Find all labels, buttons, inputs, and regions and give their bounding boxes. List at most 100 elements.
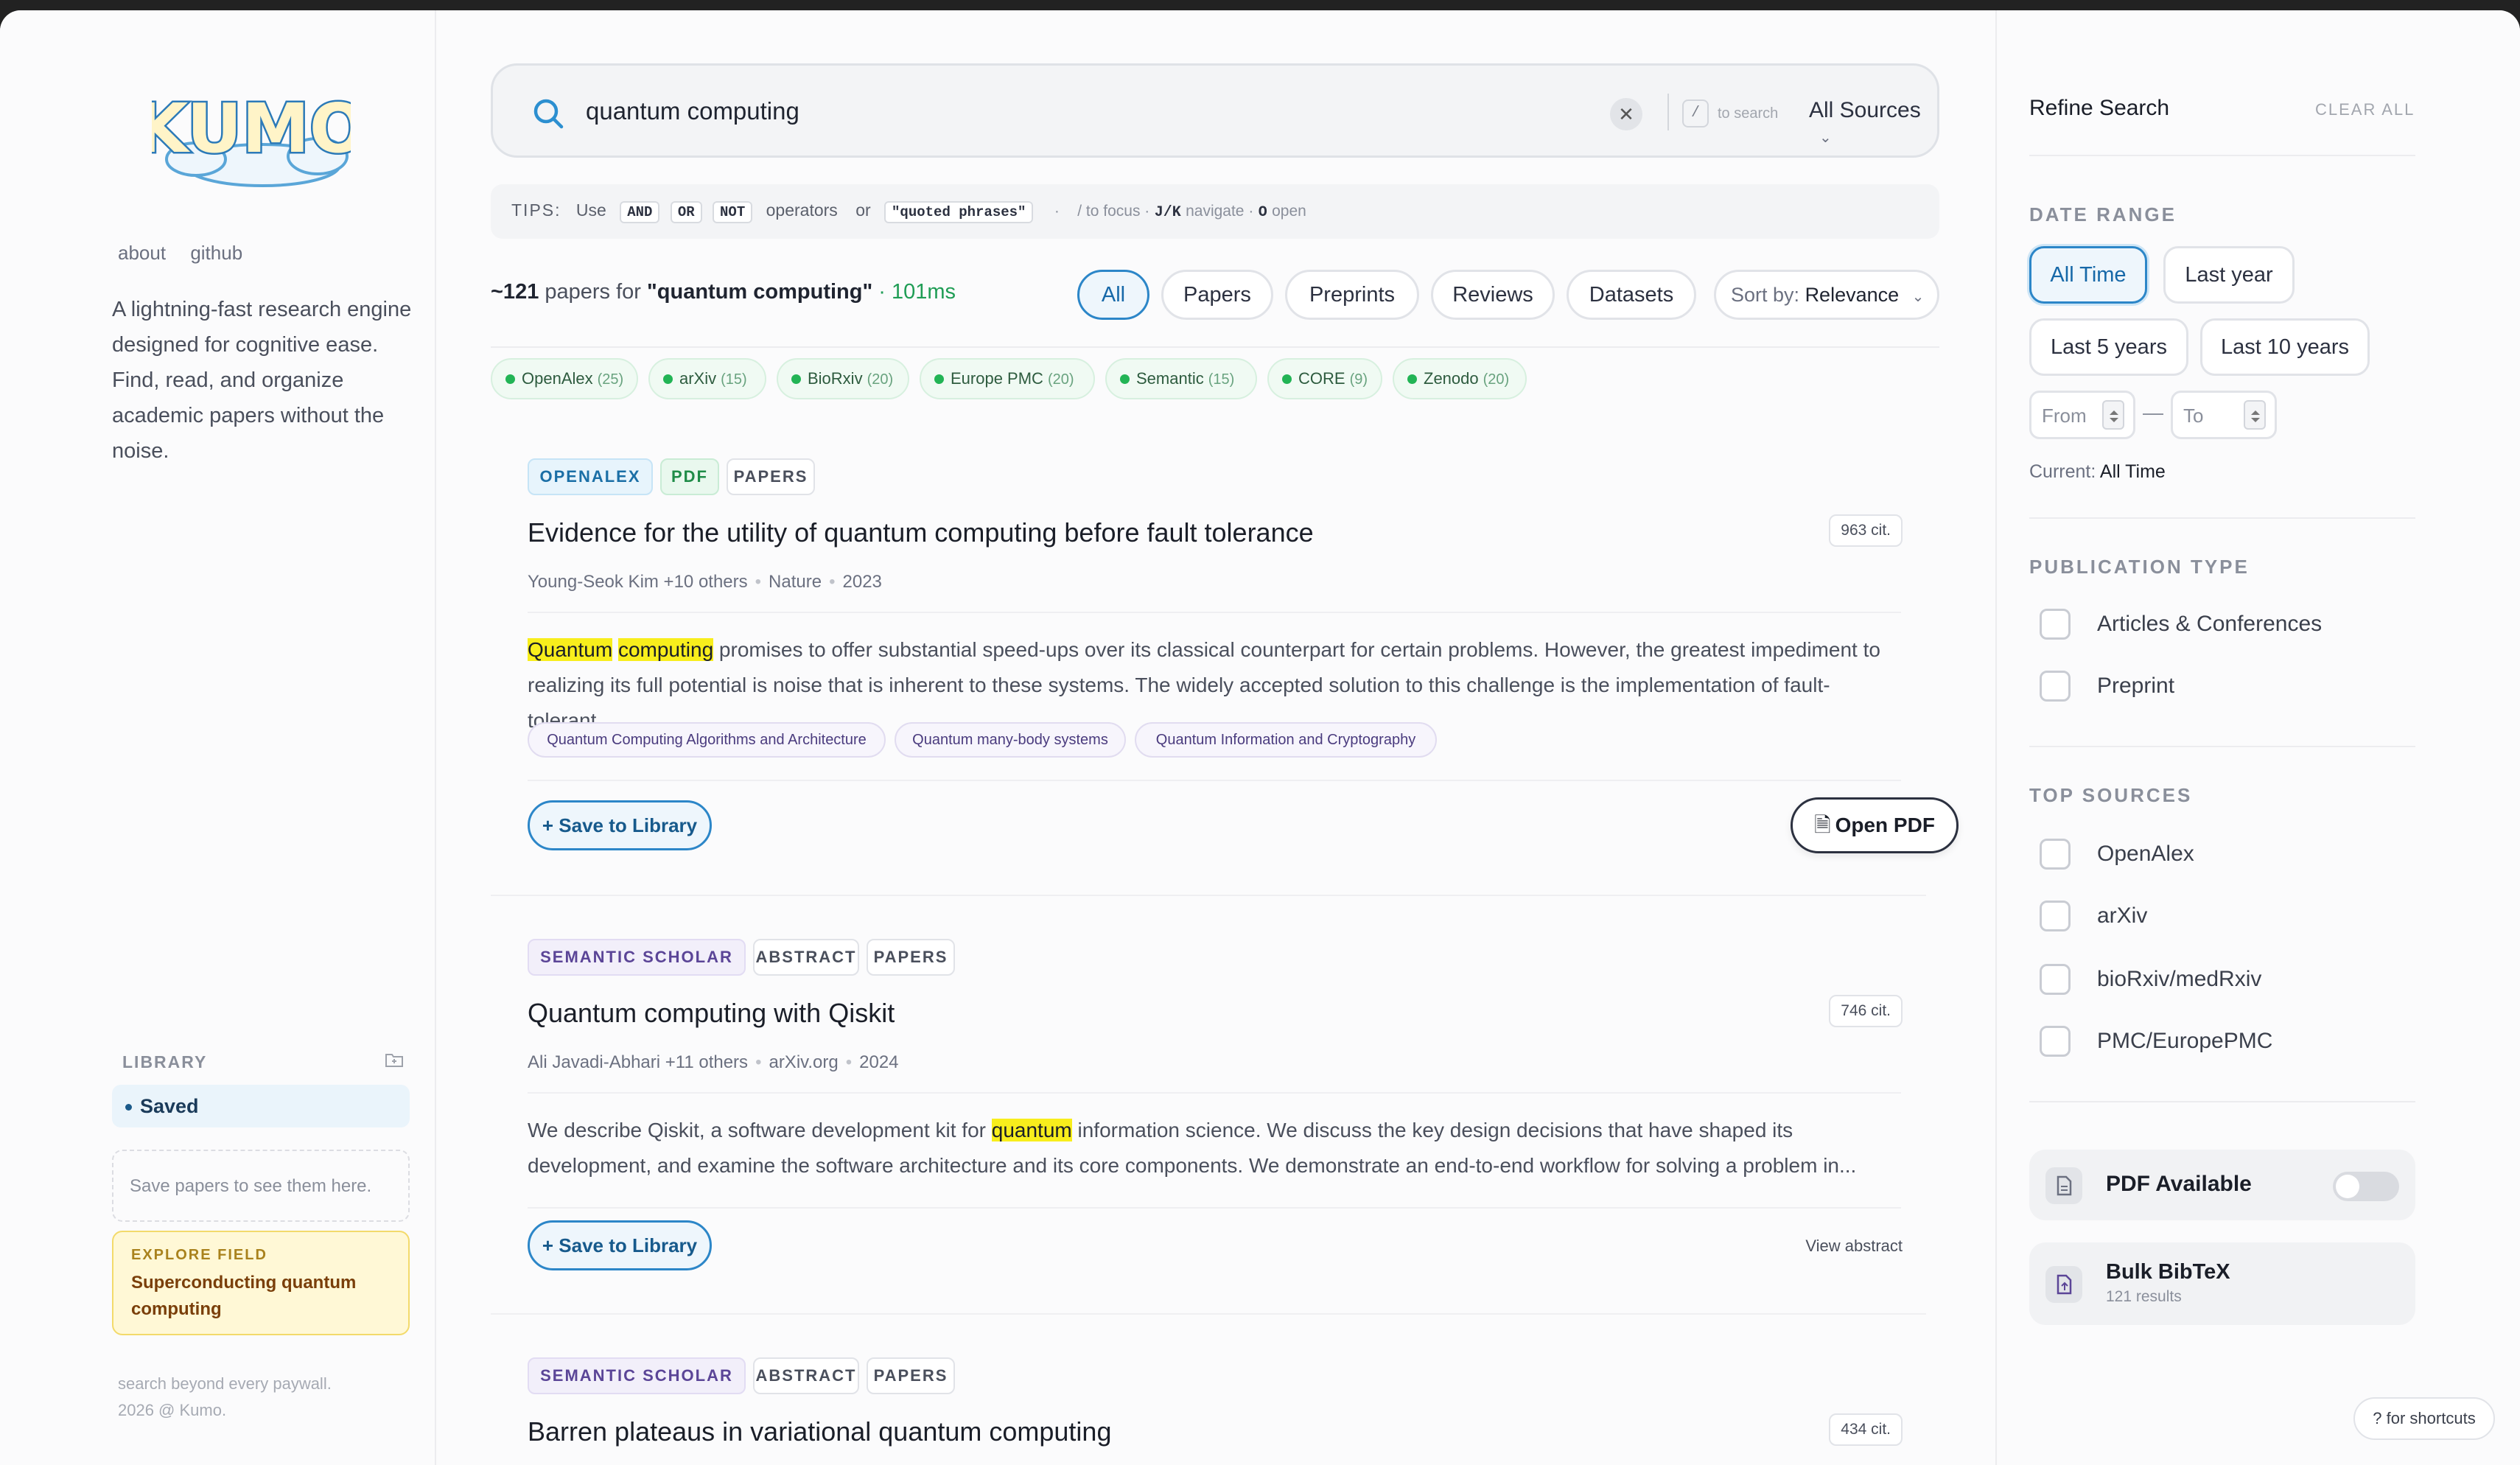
export-file-icon (2045, 1266, 2082, 1303)
topic-tag[interactable]: Quantum Computing Algorithms and Archite… (528, 722, 886, 758)
result-meta: Young-Seok Kim +10 others • Nature • 2023 (528, 572, 882, 592)
pubtype-preprint-checkbox[interactable]: Preprint (2040, 671, 2174, 702)
source-biorxiv-checkbox[interactable]: bioRxiv/medRxiv (2040, 964, 2261, 995)
github-link[interactable]: github (190, 242, 242, 264)
checkbox[interactable] (2040, 964, 2071, 995)
sources-dropdown[interactable]: All Sources ⌄ (1809, 98, 1937, 148)
date-all-time[interactable]: All Time (2029, 246, 2147, 304)
from-placeholder: From (2042, 405, 2087, 427)
view-abstract-link[interactable]: View abstract (1805, 1237, 1903, 1256)
bulk-bibtex-title: Bulk BibTeX (2106, 1260, 2230, 1284)
source-chip-europe-pmc[interactable]: Europe PMC (20) (920, 358, 1095, 399)
checkbox[interactable] (2040, 901, 2071, 931)
checkbox[interactable] (2040, 839, 2071, 870)
open-pdf-button[interactable]: 🗎 Open PDF (1791, 797, 1959, 853)
clear-all-button[interactable]: CLEAR ALL (2315, 100, 2415, 119)
quoted-phrases: "quoted phrases" (884, 201, 1034, 223)
abstract-text: promises to offer substantial speed-ups … (528, 638, 1880, 732)
checkbox[interactable] (2040, 609, 2071, 640)
stepper-icon[interactable] (2102, 400, 2124, 430)
highlight: Quantum (528, 638, 613, 661)
footer-line: search beyond every paywall. (118, 1374, 332, 1393)
checkbox-label: arXiv (2097, 903, 2148, 928)
sources-dropdown-label: All Sources (1809, 98, 1921, 122)
filter-preprints[interactable]: Preprints (1285, 270, 1419, 320)
source-chip-count: (15) (1208, 371, 1235, 388)
about-link[interactable]: about (118, 242, 166, 264)
clear-search-icon[interactable]: ✕ (1610, 98, 1642, 130)
pdf-available-toggle-row[interactable]: PDF Available (2029, 1150, 2415, 1220)
kumo-logo[interactable]: KUMO (152, 77, 351, 195)
bulk-bibtex-button[interactable]: Bulk BibTeX 121 results (2029, 1242, 2415, 1325)
source-chip-core[interactable]: CORE (9) (1267, 358, 1382, 399)
result-card[interactable]: OPENALEX PDF PAPERS Evidence for the uti… (491, 458, 1959, 896)
search-input[interactable] (586, 92, 1544, 130)
date-last-10-years[interactable]: Last 10 years (2200, 318, 2370, 376)
folder-icon[interactable] (385, 1051, 404, 1069)
source-chip-arxiv[interactable]: arXiv (15) (648, 358, 766, 399)
source-openalex-checkbox[interactable]: OpenAlex (2040, 839, 2194, 870)
date-last-year[interactable]: Last year (2163, 246, 2295, 304)
result-title[interactable]: Barren plateaus in variational quantum c… (528, 1416, 1111, 1447)
result-title[interactable]: Evidence for the utility of quantum comp… (528, 517, 1314, 548)
results-count: ~121 papers for "quantum computing" · 10… (491, 280, 956, 304)
date-last-5-years[interactable]: Last 5 years (2029, 318, 2188, 376)
source-chip-semantic[interactable]: Semantic (15) (1105, 358, 1257, 399)
search-icon (533, 99, 564, 129)
operator-not: NOT (713, 201, 753, 223)
source-chip-count: (20) (1047, 371, 1074, 388)
results-time: · 101ms (878, 280, 956, 304)
pdf-available-switch[interactable] (2333, 1172, 2399, 1201)
sort-dropdown[interactable]: Sort by: Relevance ⌄ (1714, 270, 1939, 320)
source-pmc-checkbox[interactable]: PMC/EuropePMC (2040, 1026, 2272, 1057)
results-approx: ~121 (491, 280, 539, 304)
source-chip-name: OpenAlex (522, 369, 593, 388)
bulk-bibtex-count: 121 results (2106, 1288, 2182, 1305)
source-chip-openalex[interactable]: OpenAlex (25) (491, 358, 638, 399)
explore-field-card[interactable]: EXPLORE FIELD Superconducting quantum co… (112, 1231, 410, 1335)
tagline: A lightning-fast research engine designe… (112, 298, 412, 463)
result-card[interactable]: SEMANTIC SCHOLAR ABSTRACT PAPERS Quantum… (491, 939, 1939, 1315)
results-query: "quantum computing" (647, 280, 873, 304)
citation-count: 434 cit. (1829, 1413, 1903, 1446)
current-range: Current: All Time (2029, 461, 2166, 483)
filter-all[interactable]: All (1077, 270, 1149, 320)
save-to-library-button[interactable]: + Save to Library (528, 1220, 712, 1270)
source-chip-zenodo[interactable]: Zenodo (20) (1393, 358, 1527, 399)
shortcuts-help-button[interactable]: ? for shortcuts (2353, 1397, 2495, 1440)
publication-type-heading: PUBLICATION TYPE (2029, 556, 2250, 578)
pubtype-articles-checkbox[interactable]: Articles & Conferences (2040, 609, 2322, 640)
library-saved-item[interactable]: Saved (112, 1085, 410, 1127)
filter-papers[interactable]: Papers (1161, 270, 1273, 320)
checkbox[interactable] (2040, 671, 2071, 702)
checkbox-label: Preprint (2097, 674, 2175, 698)
pdf-available-label: PDF Available (2106, 1172, 2252, 1196)
source-chip-biorxiv[interactable]: BioRxiv (20) (777, 358, 909, 399)
filter-reviews[interactable]: Reviews (1431, 270, 1555, 320)
badge-type: PAPERS (867, 939, 955, 976)
result-card[interactable]: SEMANTIC SCHOLAR ABSTRACT PAPERS Barren … (491, 1357, 1939, 1465)
source-arxiv-checkbox[interactable]: arXiv (2040, 901, 2147, 931)
divider (491, 1313, 1926, 1315)
source-chip-name: Semantic (1136, 369, 1204, 388)
checkbox[interactable] (2040, 1026, 2071, 1057)
divider (491, 895, 1926, 896)
divider (2029, 1101, 2415, 1102)
meta-dot: • (845, 1052, 853, 1072)
range-dash: — (2143, 401, 2163, 424)
citation-count: 963 cit. (1829, 514, 1903, 547)
save-to-library-button[interactable]: + Save to Library (528, 800, 712, 850)
left-links: about github (118, 242, 262, 265)
svg-text:KUMO: KUMO (152, 89, 351, 168)
topic-tag[interactable]: Quantum Information and Cryptography (1135, 722, 1437, 758)
chevron-down-icon: ⌄ (1911, 289, 1925, 305)
tips-sep: · (1054, 203, 1060, 220)
checkbox-label: bioRxiv/medRxiv (2097, 967, 2262, 991)
from-year-input[interactable]: From (2029, 391, 2135, 439)
result-authors: Ali Javadi-Abhari +11 others (528, 1052, 749, 1072)
topic-tag[interactable]: Quantum many-body systems (895, 722, 1126, 758)
to-year-input[interactable]: To (2171, 391, 2277, 439)
filter-datasets[interactable]: Datasets (1567, 270, 1696, 320)
stepper-icon[interactable] (2244, 400, 2266, 430)
result-title[interactable]: Quantum computing with Qiskit (528, 998, 895, 1029)
